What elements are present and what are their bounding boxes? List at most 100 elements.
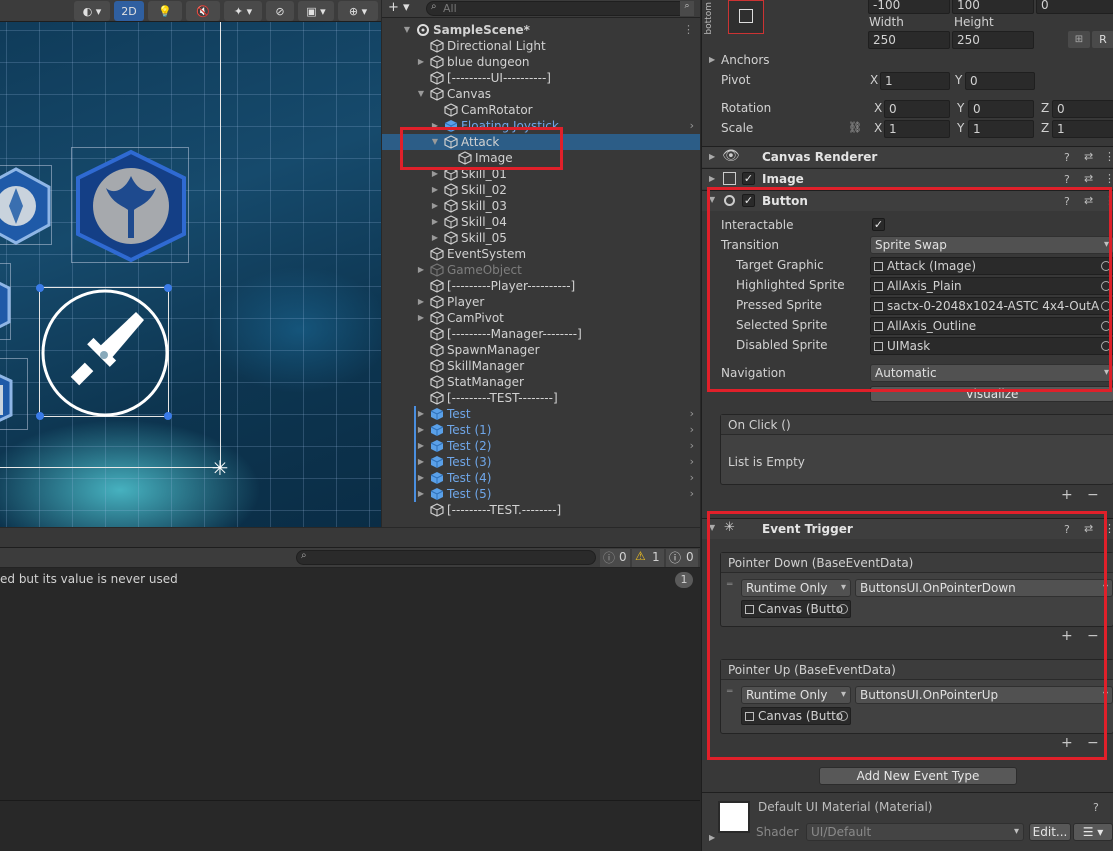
hierarchy-item[interactable]: ▶ Test (1) › xyxy=(382,422,700,438)
warning-filter-button[interactable]: ⚠ 1 xyxy=(632,549,664,567)
hierarchy-item[interactable]: [---------TEST.--------] xyxy=(382,502,700,518)
hierarchy-search-input[interactable]: ⌕ All ⌕ xyxy=(426,1,694,16)
hierarchy-item[interactable]: ▶ blue dungeon xyxy=(382,54,700,70)
skill-hex-icon[interactable] xyxy=(0,165,52,245)
chevron-right-icon[interactable]: ▶ xyxy=(709,833,715,842)
hierarchy-item[interactable]: ▼ Canvas xyxy=(382,86,700,102)
prefab-open-icon[interactable]: › xyxy=(690,470,694,486)
skill-hex-icon[interactable] xyxy=(71,147,189,263)
hierarchy-item[interactable]: [---------Manager--------] xyxy=(382,326,700,342)
height-field[interactable]: 250 xyxy=(952,31,1034,49)
shader-options-icon[interactable]: ☰ ▾ xyxy=(1073,823,1113,841)
image-header[interactable]: ▶ ✓ Image ? ⇄ ⋮ xyxy=(702,168,1113,189)
prefab-open-icon[interactable]: › xyxy=(690,422,694,438)
image-enabled-checkbox[interactable]: ✓ xyxy=(742,172,755,185)
presets-icon[interactable]: ⇄ xyxy=(1084,150,1093,163)
more-options-icon[interactable]: ⋮ xyxy=(1104,150,1113,163)
shader-dropdown[interactable]: UI/Default xyxy=(806,823,1024,841)
add-event-type-button[interactable]: Add New Event Type xyxy=(819,767,1017,785)
chevron-right-icon[interactable]: ▶ xyxy=(430,198,440,214)
chevron-right-icon[interactable]: ▶ xyxy=(416,310,426,326)
help-icon[interactable]: ? xyxy=(1064,173,1070,186)
hierarchy-item[interactable]: ▶ Test (2) › xyxy=(382,438,700,454)
hierarchy-item[interactable]: [---------UI----------] xyxy=(382,70,700,86)
lighting-toggle-icon[interactable]: 💡 xyxy=(148,1,182,21)
chevron-right-icon[interactable]: ▶ xyxy=(416,486,426,502)
hierarchy-item[interactable]: ▶ CamPivot xyxy=(382,310,700,326)
add-object-button[interactable]: + ▾ xyxy=(388,0,414,17)
message-filter-button[interactable]: ⓘ 0 xyxy=(666,549,698,567)
hierarchy-item[interactable]: ▶ GameObject xyxy=(382,262,700,278)
chevron-right-icon[interactable]: ▶ xyxy=(416,422,426,438)
help-icon[interactable]: ? xyxy=(1064,151,1070,164)
pivot-x-field[interactable]: 1 xyxy=(880,72,950,90)
constrain-proportions-icon[interactable]: ⛓ xyxy=(848,121,862,134)
chevron-right-icon[interactable]: ▶ xyxy=(416,406,426,422)
chevron-right-icon[interactable]: ▶ xyxy=(430,214,440,230)
hierarchy-item[interactable]: CamRotator xyxy=(382,102,700,118)
chevron-right-icon[interactable]: ▶ xyxy=(709,152,715,161)
scale-x-field[interactable]: 1 xyxy=(884,120,950,138)
hierarchy-item[interactable]: ▶ Skill_03 xyxy=(382,198,700,214)
canvas-renderer-header[interactable]: ▶ 👁 Canvas Renderer ? ⇄ ⋮ xyxy=(702,146,1113,167)
camera-settings-icon[interactable]: ▣ ▾ xyxy=(298,1,334,21)
audio-toggle-icon[interactable]: 🔇 xyxy=(186,1,220,21)
pos-x-field[interactable]: -100 xyxy=(868,0,950,14)
hierarchy-item[interactable]: ▼ SampleScene* ⋮ xyxy=(382,22,700,38)
scale-z-field[interactable]: 1 xyxy=(1052,120,1113,138)
chevron-down-icon[interactable]: ▼ xyxy=(402,22,412,38)
chevron-right-icon[interactable]: ▶ xyxy=(430,230,440,246)
hierarchy-item[interactable]: StatManager xyxy=(382,374,700,390)
hierarchy-item[interactable]: SpawnManager xyxy=(382,342,700,358)
hierarchy-item[interactable]: ▶ Skill_02 xyxy=(382,182,700,198)
prefab-open-icon[interactable]: › xyxy=(690,118,694,134)
raw-edit-button[interactable]: R xyxy=(1092,31,1113,48)
hierarchy-item[interactable]: EventSystem xyxy=(382,246,700,262)
prefab-open-icon[interactable]: › xyxy=(690,454,694,470)
chevron-right-icon[interactable]: ▶ xyxy=(416,262,426,278)
2d-toggle-button[interactable]: 2D xyxy=(114,1,144,21)
hierarchy-item[interactable]: ▶ Player xyxy=(382,294,700,310)
hierarchy-item[interactable]: ▶ Test (4) › xyxy=(382,470,700,486)
console-message-row[interactable]: ed but its value is never used 1 xyxy=(0,571,700,589)
chevron-right-icon[interactable]: ▶ xyxy=(416,438,426,454)
pos-y-field[interactable]: 100 xyxy=(952,0,1034,14)
anchor-preset-button[interactable] xyxy=(728,0,764,34)
hierarchy-item[interactable]: SkillManager xyxy=(382,358,700,374)
hierarchy-item[interactable]: ▶ Test (3) › xyxy=(382,454,700,470)
chevron-right-icon[interactable]: ▶ xyxy=(416,54,426,70)
anchors-foldout[interactable]: Anchors xyxy=(721,53,770,67)
blueprint-mode-icon[interactable]: ⊞ xyxy=(1068,31,1090,48)
hierarchy-item[interactable]: ▶ Skill_04 xyxy=(382,214,700,230)
scene-view[interactable]: ✳ ◐ ▾ 2D 💡 🔇 ✦ ▾ ⊘ ▣ ▾ ⊕ ▾ xyxy=(0,0,381,527)
chevron-right-icon[interactable]: ▶ xyxy=(709,174,715,183)
pivot-y-field[interactable]: 0 xyxy=(965,72,1035,90)
help-icon[interactable]: ? xyxy=(1093,801,1099,814)
prefab-open-icon[interactable]: › xyxy=(690,406,694,422)
hidden-objects-icon[interactable]: ⊘ xyxy=(266,1,294,21)
chevron-right-icon[interactable]: ▶ xyxy=(430,182,440,198)
effects-toggle-icon[interactable]: ✦ ▾ xyxy=(224,1,262,21)
chevron-right-icon[interactable]: ▶ xyxy=(709,55,715,64)
hierarchy-item[interactable]: [---------Player----------] xyxy=(382,278,700,294)
hierarchy-item[interactable]: ▶ Test › xyxy=(382,406,700,422)
hierarchy-item[interactable]: ▶ Test (5) › xyxy=(382,486,700,502)
pos-z-field[interactable]: 0 xyxy=(1036,0,1113,14)
material-preview[interactable] xyxy=(718,801,750,833)
chevron-down-icon[interactable]: ▼ xyxy=(416,86,426,102)
onclick-remove-button[interactable]: − xyxy=(1087,487,1099,503)
prefab-open-icon[interactable]: › xyxy=(690,486,694,502)
hierarchy-item[interactable]: Directional Light xyxy=(382,38,700,54)
console-search-input[interactable]: ⌕ xyxy=(296,550,596,565)
edit-shader-button[interactable]: Edit... xyxy=(1029,823,1071,841)
chevron-right-icon[interactable]: ▶ xyxy=(416,294,426,310)
error-filter-button[interactable]: ⓘ 0 xyxy=(600,549,630,567)
shading-mode-icon[interactable]: ◐ ▾ xyxy=(74,1,110,21)
skill-hex-icon[interactable] xyxy=(0,263,11,340)
hierarchy-item[interactable]: ▶ Skill_05 xyxy=(382,230,700,246)
scale-y-field[interactable]: 1 xyxy=(968,120,1034,138)
rot-x-field[interactable]: 0 xyxy=(884,100,950,118)
width-field[interactable]: 250 xyxy=(868,31,950,49)
hierarchy-item[interactable]: [---------TEST--------] xyxy=(382,390,700,406)
attack-button-selection[interactable] xyxy=(36,284,172,420)
